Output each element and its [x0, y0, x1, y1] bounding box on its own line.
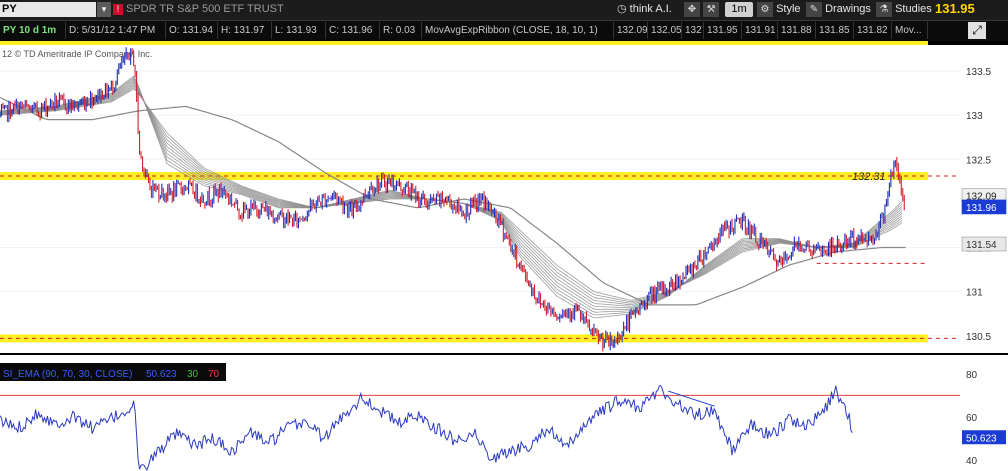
price-tick-label: 130.5 [966, 332, 991, 343]
style-button[interactable]: ⚙ Style [757, 2, 801, 17]
price-label: 131.96 [966, 203, 997, 214]
panel-separator [0, 353, 1008, 355]
symbol-description: SPDR TR S&P 500 ETF TRUST [126, 3, 284, 15]
high-cell: H: 131.97 [218, 22, 272, 39]
clock-icon: ◷ [617, 3, 627, 15]
ribbon-value-cell: 131.88 [778, 22, 816, 39]
wrench-icon[interactable]: ⚒ [703, 2, 720, 17]
ribbon-value-cell: 132 [682, 22, 704, 39]
study-value: 50.623 [146, 369, 177, 380]
ribbon-value-cell: 132.05 [648, 22, 682, 39]
think-ai-label: think A.I. [629, 3, 672, 15]
study-level-30: 30 [187, 369, 199, 380]
tool-buttons: ✥ ⚒ [684, 2, 720, 17]
ribbon-value-cell: 131.85 [816, 22, 854, 39]
symbol-field[interactable]: PY [0, 2, 96, 17]
last-price: 131.95 [935, 1, 975, 16]
price-tick-label: 131 [966, 288, 983, 299]
ribbon-value-cell: 132.09 [614, 22, 648, 39]
toolbar: PY ▾ ! SPDR TR S&P 500 ETF TRUST ◷ think… [0, 0, 1008, 21]
gear-icon: ⚙ [757, 2, 773, 17]
drawings-label: Drawings [825, 3, 871, 15]
flask-icon: ⚗ [876, 2, 892, 17]
chart-area[interactable]: 12 © TD Ameritrade IP Company, Inc. SI_E… [0, 45, 1008, 471]
date-cell: D: 5/31/12 1:47 PM [66, 22, 166, 39]
expand-icon[interactable]: ⤢ [968, 22, 986, 39]
level-annotation: 132.31 [852, 171, 886, 183]
studies-label: Studies [895, 3, 932, 15]
study-level-70: 70 [208, 369, 220, 380]
study-label: SI_EMA (90, 70, 30, CLOSE) [3, 369, 133, 380]
style-label: Style [776, 3, 801, 15]
close-cell: C: 131.96 [326, 22, 380, 39]
more-cell[interactable]: Mov... [892, 22, 928, 39]
drawings-button[interactable]: ✎ Drawings [806, 2, 871, 17]
info-bar: PY 10 d 1m D: 5/31/12 1:47 PM O: 131.94 … [0, 21, 1008, 41]
crosshair-icon[interactable]: ✥ [684, 2, 700, 17]
think-ai-button[interactable]: ◷ think A.I. [617, 2, 672, 17]
price-tick-label: 133 [966, 111, 983, 122]
price-tick-label: 132.5 [966, 155, 991, 166]
pencil-icon: ✎ [806, 2, 822, 17]
low-cell: L: 131.93 [272, 22, 326, 39]
indicator-tick-label: 60 [966, 413, 978, 424]
price-tick-label: 133.5 [966, 67, 991, 78]
ribbon-value-cell: 131.91 [742, 22, 778, 39]
period-cell: PY 10 d 1m [0, 22, 66, 39]
study-cell: MovAvgExpRibbon (CLOSE, 18, 10, 1) [422, 22, 614, 39]
studies-button[interactable]: ⚗ Studies [876, 2, 932, 17]
indicator-value-label: 50.623 [966, 433, 997, 444]
open-cell: O: 131.94 [166, 22, 218, 39]
timeframe-button[interactable]: 1m [725, 2, 753, 17]
price-label: 131.54 [966, 240, 997, 251]
range-cell: R: 0.03 [380, 22, 422, 39]
symbol-dropdown-icon[interactable]: ▾ [97, 2, 111, 17]
indicator-tick-label: 40 [966, 456, 978, 467]
ribbon-value-cell: 131.82 [854, 22, 892, 39]
ribbon-value-cell: 131.95 [704, 22, 742, 39]
alert-flag-icon[interactable]: ! [113, 4, 123, 15]
indicator-tick-label: 80 [966, 370, 978, 381]
